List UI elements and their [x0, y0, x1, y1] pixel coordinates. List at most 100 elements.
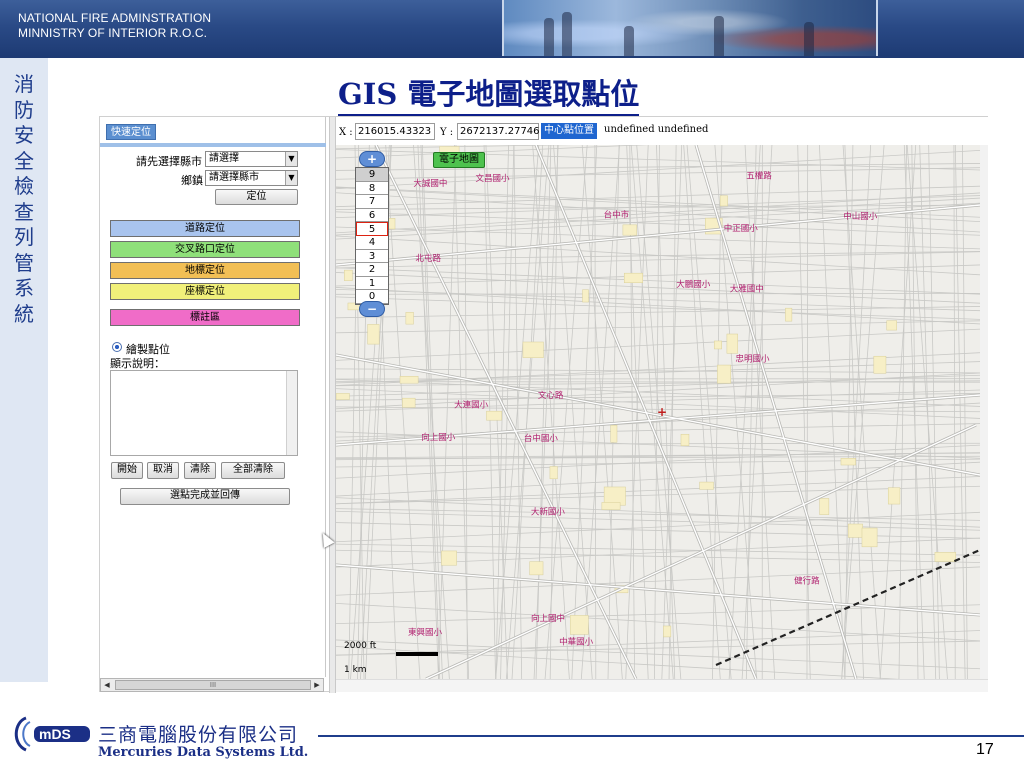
gis-app-window: 快速定位 請先選擇縣市 請選擇 ▼ 鄉鎮 請選擇縣市 ▼ 定位 道路定位 交叉路…: [99, 116, 988, 693]
scroll-left-icon[interactable]: ◀: [101, 679, 113, 691]
map-place-label: 向上國小: [421, 432, 456, 443]
page-number: 17: [976, 741, 994, 758]
town-select-value: 請選擇縣市: [209, 172, 259, 183]
zoom-levels[interactable]: 9876543210: [355, 167, 389, 305]
map-place-label: 北屯路: [415, 253, 441, 264]
y-coordinate-input[interactable]: 2672137.27746: [457, 123, 540, 140]
map-place-label: 向上國中: [531, 613, 565, 624]
textarea-scrollbar[interactable]: [286, 371, 297, 455]
map-place-label: 台中市: [604, 210, 630, 221]
map-toolbar: X : 216015.43323 Y : 2672137.27746 中心點位置…: [336, 117, 988, 145]
map-place-label: 大連國小: [454, 400, 489, 411]
scroll-thumb[interactable]: III: [115, 680, 311, 690]
panel-splitter[interactable]: [329, 117, 336, 693]
map-place-label: 中正國小: [724, 223, 759, 234]
zoom-control[interactable]: + 9876543210 −: [355, 151, 391, 317]
town-select[interactable]: 請選擇縣市 ▼: [205, 170, 298, 186]
scale-bar: 2000 ft 1 km: [344, 641, 438, 675]
finish-return-button[interactable]: 選點完成並回傳: [120, 488, 290, 505]
map-place-label: 大新國小: [531, 507, 566, 518]
map-place-label: 中山國小: [843, 211, 878, 222]
vertical-title-char: 列: [14, 225, 34, 249]
crosshair-marker-icon: +: [657, 405, 668, 419]
town-label: 鄉鎮: [181, 174, 203, 187]
x-label: X :: [339, 127, 353, 138]
zoom-level[interactable]: 4: [356, 236, 388, 250]
county-select[interactable]: 請選擇 ▼: [205, 151, 298, 167]
map-place-label: 東興國小: [408, 627, 443, 638]
start-button[interactable]: 開始: [111, 462, 143, 479]
panel-horizontal-scrollbar[interactable]: ◀ III ▶: [100, 678, 324, 692]
landmark-locate-button[interactable]: 地標定位: [110, 262, 300, 279]
draw-point-radio[interactable]: [112, 342, 122, 352]
vertical-title-char: 統: [14, 301, 34, 326]
zoom-level[interactable]: 5: [356, 222, 388, 236]
zoom-level[interactable]: 3: [356, 250, 388, 264]
chevron-down-icon: ▼: [285, 171, 297, 185]
description-textarea[interactable]: [110, 370, 298, 456]
map-place-label: 忠明國小: [735, 353, 770, 364]
map-place-label: 大雅國中: [730, 284, 764, 295]
map-place-label: 大鵬國小: [676, 279, 711, 290]
map-place-label: 文心路: [538, 390, 564, 401]
mds-logo: mDS: [14, 716, 90, 752]
county-label: 請先選擇縣市: [136, 155, 202, 168]
scroll-right-icon[interactable]: ▶: [311, 679, 323, 691]
zoom-level[interactable]: 8: [356, 182, 388, 196]
locate-button[interactable]: 定位: [215, 189, 298, 205]
vertical-title-char: 查: [14, 199, 34, 224]
scale-km-label: 1 km: [344, 665, 367, 675]
quick-locate-tab[interactable]: 快速定位: [106, 124, 156, 140]
vertical-title-char: 全: [14, 148, 34, 173]
center-point-button[interactable]: 中心點位置: [541, 123, 597, 139]
slide-title: GIS 電子地圖選取點位: [338, 74, 640, 116]
map-bottom-bar: [336, 679, 988, 692]
vertical-title-char: 管: [14, 250, 34, 275]
vertical-title-char: 檢: [14, 174, 34, 198]
tab-bar: [100, 143, 326, 147]
map-place-label: 文昌國小: [476, 173, 511, 184]
organization-name: NATIONAL FIRE ADMINSTRATION MINNISTRY OF…: [18, 11, 211, 41]
svg-text:mDS: mDS: [39, 726, 71, 742]
cancel-button[interactable]: 取消: [147, 462, 179, 479]
map-place-label: 五權路: [746, 171, 772, 182]
zoom-out-icon[interactable]: −: [359, 301, 385, 317]
locate-panel: 快速定位 請先選擇縣市 請選擇 ▼ 鄉鎮 請選擇縣市 ▼ 定位 道路定位 交叉路…: [100, 117, 326, 692]
scale-ft-label: 2000 ft: [344, 641, 377, 651]
coordinate-locate-button[interactable]: 座標定位: [110, 283, 300, 300]
map-place-label: 大誠國中: [413, 178, 447, 189]
footer-divider: [318, 735, 1024, 737]
county-select-value: 請選擇: [209, 153, 239, 164]
vertical-title-char: 消: [14, 72, 34, 96]
vertical-title-char: 系: [14, 276, 34, 300]
street-map[interactable]: 台中市大鵬國小東興國小 大雅國中向上國中 大新國小 忠明國小 中山國小 文昌國小健行路 五權…: [336, 145, 980, 679]
map-place-label: 台中國小: [524, 433, 559, 444]
map-info-text: undefined undefined: [604, 124, 709, 135]
vertical-system-title: 消防安全檢查列管系統: [12, 72, 36, 327]
company-name-english: Mercuries Data Systems Ltd.: [98, 745, 309, 760]
company-name-chinese: 三商電腦股份有限公司: [98, 724, 299, 746]
zoom-level[interactable]: 9: [356, 168, 388, 182]
header-banner: NATIONAL FIRE ADMINSTRATION MINNISTRY OF…: [0, 0, 1024, 58]
annotation-area-button[interactable]: 標註區: [110, 309, 300, 326]
zoom-level[interactable]: 7: [356, 195, 388, 209]
road-locate-button[interactable]: 道路定位: [110, 220, 300, 237]
chevron-down-icon: ▼: [285, 152, 297, 166]
zoom-in-icon[interactable]: +: [359, 151, 385, 167]
electronic-map-button[interactable]: 電子地圖: [433, 152, 485, 168]
zoom-level[interactable]: 6: [356, 209, 388, 223]
clear-all-button[interactable]: 全部清除: [221, 462, 285, 479]
organization-line-2: MINNISTRY OF INTERIOR R.O.C.: [18, 26, 208, 40]
zoom-level[interactable]: 1: [356, 277, 388, 291]
vertical-title-char: 防: [14, 97, 34, 122]
header-photo: [502, 0, 878, 56]
description-label: 顯示說明：: [110, 357, 165, 370]
x-coordinate-input[interactable]: 216015.43323: [355, 123, 435, 140]
clear-button[interactable]: 清除: [184, 462, 216, 479]
zoom-level[interactable]: 2: [356, 263, 388, 277]
organization-line-1: NATIONAL FIRE ADMINSTRATION: [18, 11, 212, 25]
y-label: Y :: [440, 127, 454, 138]
map-vertical-scrollbar[interactable]: [980, 145, 988, 679]
intersection-locate-button[interactable]: 交叉路口定位: [110, 241, 300, 258]
map-place-label: 健行路: [794, 575, 820, 586]
